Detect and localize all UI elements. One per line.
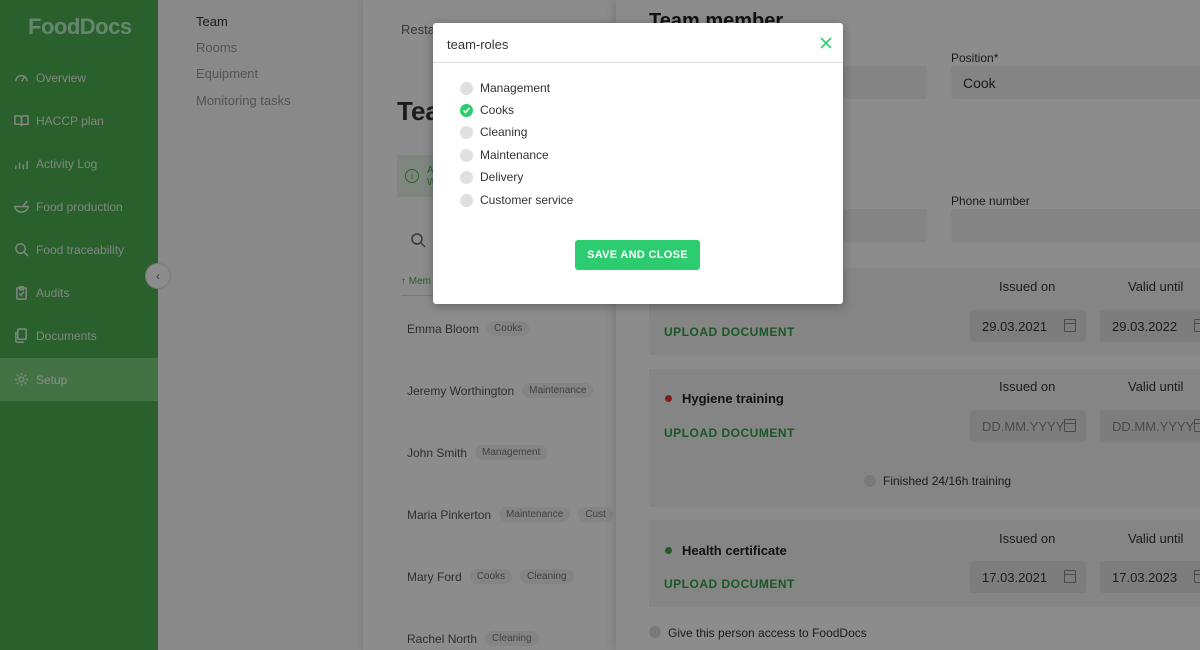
role-option-cleaning[interactable]: Cleaning [460,125,527,139]
team-roles-modal: team-roles Management Cooks Cleaning Mai… [433,23,843,304]
role-option-delivery[interactable]: Delivery [460,170,523,184]
role-checkbox[interactable] [460,148,473,162]
role-checkbox[interactable] [460,193,473,207]
checkmark-icon [462,107,471,114]
role-checkbox[interactable] [460,103,473,117]
close-icon [820,37,832,49]
role-option-maintenance[interactable]: Maintenance [460,148,549,162]
close-button[interactable] [819,36,833,50]
role-option-customer-service[interactable]: Customer service [460,193,573,207]
role-checkbox[interactable] [460,125,473,139]
role-checkbox[interactable] [460,81,473,95]
role-checkbox[interactable] [460,170,473,184]
role-option-cooks[interactable]: Cooks [460,103,514,117]
role-option-management[interactable]: Management [460,81,550,95]
modal-title: team-roles [447,37,509,52]
modal-header: team-roles [433,23,843,63]
save-and-close-button[interactable]: SAVE AND CLOSE [575,240,700,270]
